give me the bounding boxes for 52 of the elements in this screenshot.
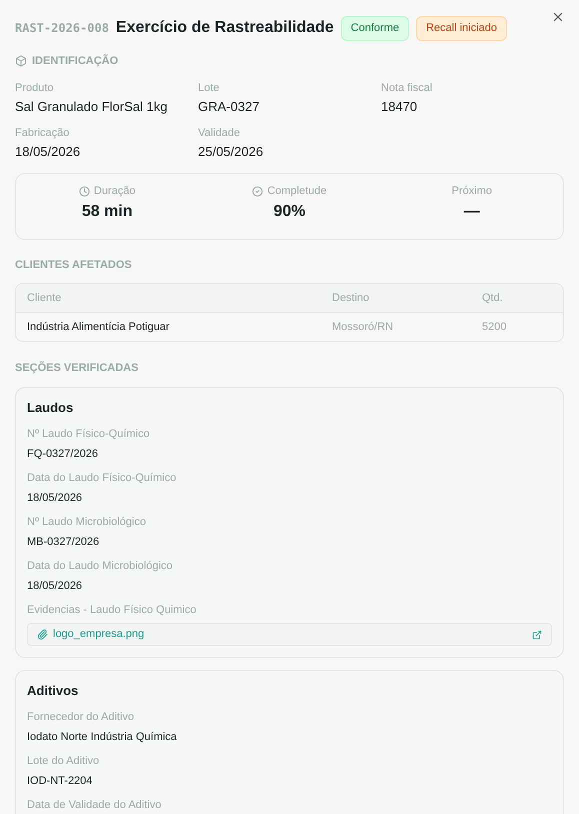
field-label: Validade xyxy=(198,126,241,140)
paperclip-icon xyxy=(37,629,48,640)
stat-value: — xyxy=(464,202,480,222)
status-badge: Recall iniciado xyxy=(416,16,508,40)
field-value: 18/05/2026 xyxy=(15,143,82,160)
field-value: Sal Granulado FlorSal 1kg xyxy=(15,98,168,115)
external-link-icon[interactable] xyxy=(532,630,542,640)
column-header: Cliente xyxy=(27,290,62,306)
field-label: Fabricação xyxy=(15,126,70,140)
column-header: Qtd. xyxy=(482,290,504,306)
stat-value: 58 min xyxy=(82,202,132,222)
field-value: MB-0327/2026 xyxy=(27,535,100,549)
stat-label: Completude xyxy=(267,184,327,198)
field-label: Data de Validade do Aditivo xyxy=(27,798,162,812)
close-button[interactable] xyxy=(551,10,565,24)
check-circle-icon xyxy=(252,186,264,196)
box-icon xyxy=(15,54,27,67)
file-link[interactable]: logo_empresa.png xyxy=(27,623,552,646)
field-value: GRA-0327 xyxy=(198,98,260,115)
table-cell-text: Indústria Alimentícia Potiguar xyxy=(27,320,170,335)
field-value: 18/05/2026 xyxy=(27,491,84,505)
field-label: Data do Laudo Físico-Químico xyxy=(27,471,178,485)
field-value: 25/05/2026 xyxy=(198,143,264,160)
field-label: Nº Laudo Físico-Químico xyxy=(27,427,151,441)
table-cell-text: 5200 xyxy=(482,320,508,335)
stat-label: Duração xyxy=(94,184,136,198)
clock-icon xyxy=(78,186,90,196)
field-value: FQ-0327/2026 xyxy=(27,447,99,461)
field-label: Data do Laudo Microbiológico xyxy=(27,559,174,573)
window-title: Exercício de Rastreabilidade xyxy=(116,18,334,38)
field-label: Evidencias - Laudo Físico Quimico xyxy=(27,603,198,617)
column-header: Destino xyxy=(332,290,370,306)
field-label: Produto xyxy=(15,81,55,95)
field-label: Nº Laudo Microbiológico xyxy=(27,515,147,529)
field-label: Lote do Aditivo xyxy=(27,754,100,768)
section-heading: IDENTIFICAÇÃO xyxy=(32,53,118,68)
status-badge: Conforme xyxy=(340,16,410,40)
field-label: Lote xyxy=(198,81,220,95)
table-cell-text: Mossoró/RN xyxy=(332,320,394,335)
field-label: Nota fiscal xyxy=(381,81,434,95)
section-heading: SEÇÕES VERIFICADAS xyxy=(15,361,138,375)
field-label: Fornecedor do Aditivo xyxy=(27,710,136,724)
field-value: 18470 xyxy=(381,98,418,115)
record-code: RAST-2026-008 xyxy=(15,20,109,38)
field-value: Iodato Norte Indústria Química xyxy=(27,730,178,744)
section-heading: CLIENTES AFETADOS xyxy=(15,258,132,272)
field-value: 18/05/2026 xyxy=(27,579,84,593)
stat-value: 90% xyxy=(273,202,306,222)
stat-label: Próximo xyxy=(452,184,492,198)
card-title: Laudos xyxy=(27,399,74,416)
field-value: IOD-NT-2204 xyxy=(27,774,94,788)
card-title: Aditivos xyxy=(27,682,80,699)
